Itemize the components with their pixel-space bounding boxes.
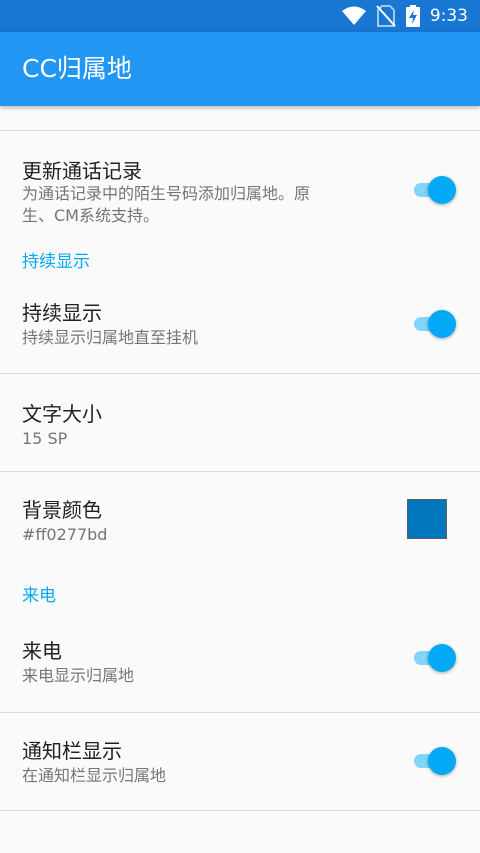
pref-background-color[interactable]: 背景颜色 #ff0277bd bbox=[0, 472, 480, 569]
divider bbox=[0, 810, 480, 811]
pref-update-call-log[interactable]: 更新通话记录 为通话记录中的陌生号码添加归属地。原 生、CM系统支持。 bbox=[0, 131, 480, 231]
category-header: 持续显示 bbox=[0, 231, 480, 283]
update-call-log-switch[interactable] bbox=[410, 175, 456, 205]
pref-summary: 15 SP bbox=[22, 429, 68, 448]
pref-summary: 持续显示归属地直至挂机 bbox=[22, 328, 199, 347]
pref-persistent[interactable]: 持续显示 持续显示归属地直至挂机 bbox=[0, 283, 480, 373]
pref-summary: 在通知栏显示归属地 bbox=[22, 766, 167, 785]
pref-title: 更新通话记录 bbox=[22, 159, 142, 183]
category-header: 来电 bbox=[0, 569, 480, 611]
pref-title: 来电 bbox=[22, 639, 62, 663]
status-icons: 9:33 bbox=[341, 0, 468, 32]
switch-thumb bbox=[428, 310, 456, 338]
pref-summary: 生、CM系统支持。 bbox=[22, 206, 159, 225]
pref-incoming[interactable]: 来电 来电显示归属地 bbox=[0, 611, 480, 712]
app-title: CC归属地 bbox=[22, 54, 132, 83]
pref-notification[interactable]: 通知栏显示 在通知栏显示归属地 bbox=[0, 713, 480, 810]
notification-switch[interactable] bbox=[410, 746, 456, 776]
persistent-switch[interactable] bbox=[410, 309, 456, 339]
status-bar: 9:33 bbox=[0, 0, 480, 32]
pref-title: 通知栏显示 bbox=[22, 739, 122, 763]
switch-thumb bbox=[428, 644, 456, 672]
status-time: 9:33 bbox=[429, 6, 468, 26]
pref-title: 背景颜色 bbox=[22, 498, 102, 522]
pref-summary: #ff0277bd bbox=[22, 525, 108, 544]
preferences-list[interactable]: 更新通话记录 为通话记录中的陌生号码添加归属地。原 生、CM系统支持。 持续显示… bbox=[0, 106, 480, 811]
category-incoming: 来电 bbox=[22, 586, 56, 606]
pref-title: 文字大小 bbox=[22, 402, 102, 426]
incoming-switch[interactable] bbox=[410, 643, 456, 673]
category-persistent: 持续显示 bbox=[22, 252, 90, 272]
color-swatch[interactable] bbox=[407, 499, 447, 539]
pref-summary: 来电显示归属地 bbox=[22, 666, 135, 685]
pref-text-size[interactable]: 文字大小 15 SP bbox=[0, 374, 480, 471]
wifi-icon bbox=[341, 6, 366, 25]
app-bar: CC归属地 bbox=[0, 32, 480, 106]
battery-charging-icon bbox=[405, 5, 420, 27]
pref-summary: 为通话记录中的陌生号码添加归属地。原 bbox=[22, 184, 311, 203]
switch-thumb bbox=[428, 747, 456, 775]
pref-title: 持续显示 bbox=[22, 301, 102, 325]
no-sim-icon bbox=[376, 5, 396, 27]
switch-thumb bbox=[428, 176, 456, 204]
